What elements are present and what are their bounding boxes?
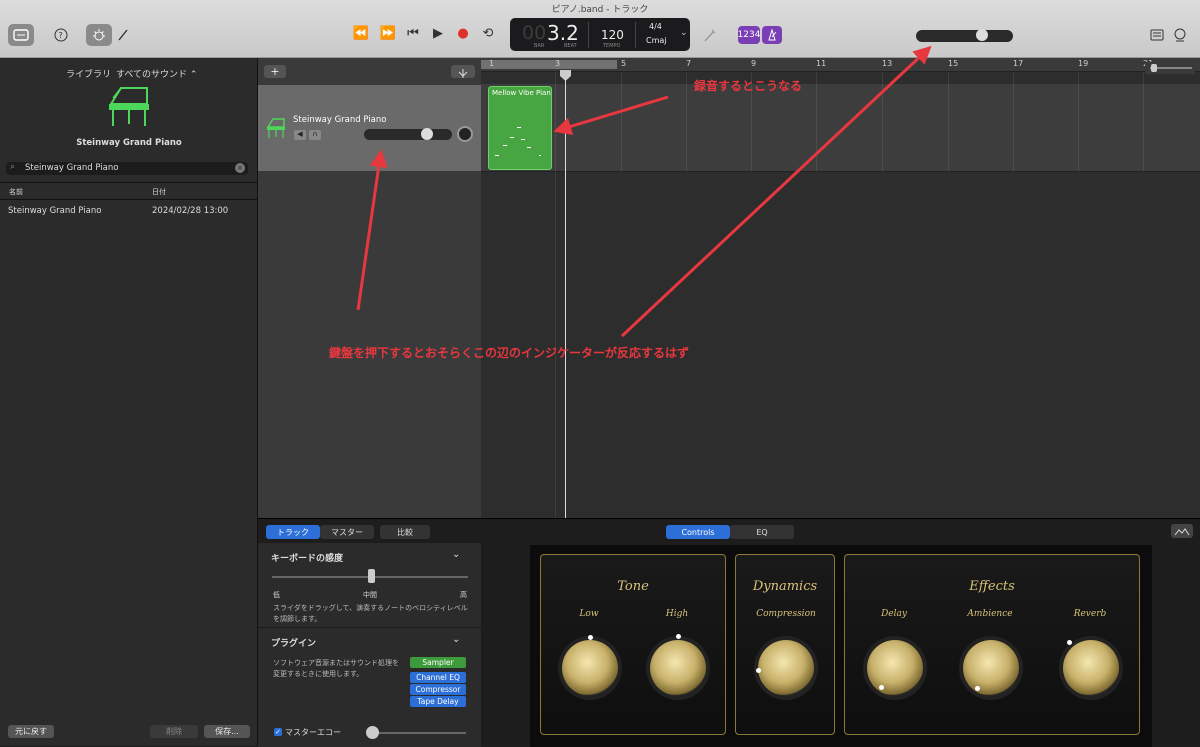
tone-title: Tone xyxy=(617,579,649,594)
compression-label: Compression xyxy=(756,609,816,619)
tab-track[interactable]: トラック xyxy=(266,525,320,539)
low-label: Low xyxy=(579,609,599,619)
view-eq[interactable]: EQ xyxy=(730,525,794,539)
waveform-icon xyxy=(1174,528,1190,536)
high-knob[interactable] xyxy=(650,640,706,696)
tab-master[interactable]: マスター xyxy=(320,525,374,539)
dynamics-panel: Dynamics Compression xyxy=(735,554,835,735)
compare-button[interactable]: 比較 xyxy=(380,525,430,539)
effects-panel: Effects Delay Ambience Reverb xyxy=(844,554,1140,735)
view-controls[interactable]: Controls xyxy=(666,525,730,539)
compression-knob-indicator xyxy=(756,668,761,673)
tone-panel: Tone Low High xyxy=(540,554,726,735)
divider xyxy=(258,627,481,628)
ambience-knob-indicator xyxy=(975,686,980,691)
master-echo-slider-track[interactable] xyxy=(370,732,466,734)
smart-controls-area: トラック マスター 比較 Controls EQ キーボードの感度 ⌄ 低 中間… xyxy=(258,518,1200,747)
inspector: キーボードの感度 ⌄ 低 中間 高 スライダをドラッグして、演奏するノートのベロ… xyxy=(258,543,481,747)
sensitivity-mid-label: 中間 xyxy=(363,591,377,599)
master-echo-slider-knob[interactable] xyxy=(366,726,379,739)
annotation-top: 録音するとこうなる xyxy=(694,79,803,93)
ambience-knob[interactable] xyxy=(963,640,1019,696)
compression-knob[interactable] xyxy=(758,640,814,696)
low-knob-indicator xyxy=(588,635,593,640)
master-echo-checkbox[interactable]: ✓ xyxy=(274,728,282,736)
plugin-tape-delay[interactable]: Tape Delay xyxy=(410,696,466,707)
chevron-down-icon[interactable]: ⌄ xyxy=(452,549,460,560)
reverb-label: Reverb xyxy=(1073,609,1107,619)
reverb-knob-indicator xyxy=(1067,640,1072,645)
arrow-to-track-meter xyxy=(356,149,388,311)
inspector-toggle[interactable] xyxy=(1171,524,1193,538)
dynamics-title: Dynamics xyxy=(752,579,818,594)
arrow-to-region xyxy=(553,95,669,136)
delay-label: Delay xyxy=(881,609,907,619)
high-knob-indicator xyxy=(676,634,681,639)
chevron-down-icon[interactable]: ⌄ xyxy=(452,634,460,645)
reverb-knob[interactable] xyxy=(1063,640,1119,696)
plugins-title[interactable]: プラグイン xyxy=(271,636,316,649)
delay-knob[interactable] xyxy=(867,640,923,696)
arrow-to-master-meter xyxy=(620,45,932,338)
plugin-channel-eq[interactable]: Channel EQ xyxy=(410,672,466,683)
plugin-compressor[interactable]: Compressor xyxy=(410,684,466,695)
sensitivity-low-label: 低 xyxy=(273,591,280,599)
high-label: High xyxy=(665,609,689,619)
smart-controls-panel: Tone Low High Dynamics Compression Effec… xyxy=(530,545,1152,747)
plugin-sampler[interactable]: Sampler xyxy=(410,657,466,668)
master-echo-label: マスターエコー xyxy=(285,728,341,737)
effects-title: Effects xyxy=(969,579,1015,594)
keyboard-sensitivity-title[interactable]: キーボードの感度 xyxy=(271,551,343,564)
sensitivity-high-label: 高 xyxy=(460,591,467,599)
annotation-middle: 鍵盤を押下するとおそらくこの辺のインジケーターが反応するはず xyxy=(329,346,690,360)
delay-knob-indicator xyxy=(879,685,884,690)
sensitivity-description: スライダをドラッグして、演奏するノートのベロシティレベルを調節します。 xyxy=(273,604,468,623)
plugins-description: ソフトウェア音源またはサウンド処理を変更するときに使用します。 xyxy=(273,659,399,678)
sensitivity-slider-knob[interactable] xyxy=(368,569,375,583)
low-knob[interactable] xyxy=(562,640,618,696)
ambience-label: Ambience xyxy=(967,609,1013,619)
